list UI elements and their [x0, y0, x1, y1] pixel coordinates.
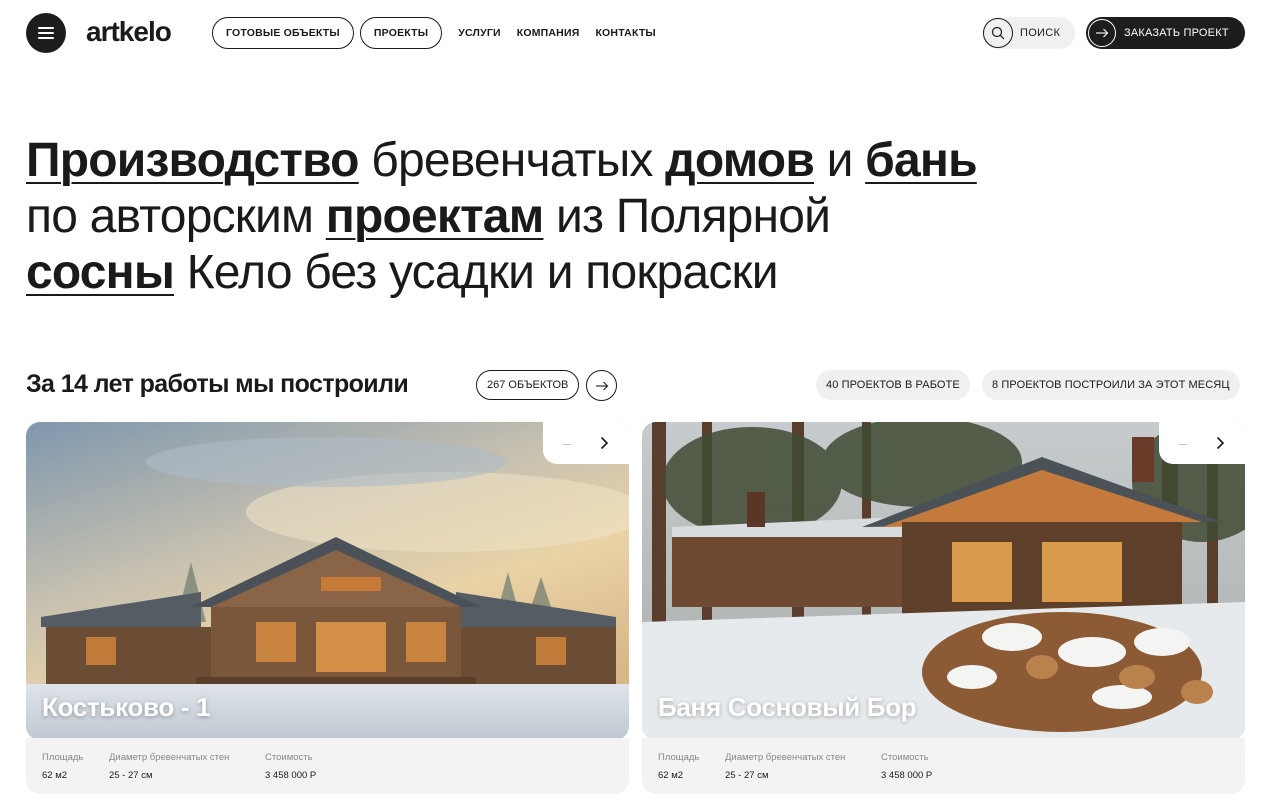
chevron-right-icon [600, 436, 608, 450]
project-title-2[interactable]: Баня Сосновый Бор [658, 692, 917, 723]
area-field: Площадь 62 м2 [42, 752, 83, 781]
slider-prev-button[interactable]: – [1179, 435, 1187, 451]
slider-next-button[interactable] [600, 436, 609, 450]
project-title-1[interactable]: Костьково - 1 [42, 692, 211, 723]
hero-keyword-production[interactable]: Производство [26, 134, 360, 187]
diameter-value: 25 - 27 см [109, 770, 153, 781]
price-field: Стоимость 3 458 000 Р [265, 752, 316, 781]
nav-services[interactable]: УСЛУГИ [458, 27, 500, 39]
nav-ready-objects[interactable]: ГОТОВЫЕ ОБЪЕКТЫ [212, 17, 354, 49]
price-label: Стоимость [265, 752, 313, 763]
nav-company[interactable]: КОМПАНИЯ [517, 27, 580, 39]
logo[interactable]: artkelo [86, 16, 172, 48]
diameter-label: Диаметр бревенчатых стен [725, 752, 846, 763]
hero-keyword-projects[interactable]: проектам [326, 190, 544, 243]
area-value: 62 м2 [42, 770, 68, 781]
slider-controls-1: – [543, 422, 629, 464]
hero-keyword-pine[interactable]: сосны [26, 246, 175, 299]
price-value: 3 458 000 Р [881, 770, 933, 781]
project-card-2[interactable]: – Баня Сосновый Бор Площадь 62 м2 Диамет… [642, 422, 1245, 794]
menu-button[interactable] [26, 13, 66, 53]
hero-line-3: сосны Кело без усадки и покраски [26, 245, 1026, 301]
slider-prev-button[interactable]: – [563, 435, 571, 451]
hero-keyword-houses[interactable]: домов [665, 134, 815, 187]
projects-in-work-badge: 40 ПРОЕКТОВ В РАБОТЕ [816, 370, 970, 400]
area-field: Площадь 62 м2 [658, 752, 699, 781]
area-label: Площадь [42, 752, 84, 763]
hero-text: Кело без усадки и покраски [174, 246, 779, 299]
diameter-label: Диаметр бревенчатых стен [109, 752, 230, 763]
stats-row: За 14 лет работы мы построили 267 ОБЪЕКТ… [26, 368, 1246, 402]
projects-this-month-badge: 8 ПРОЕКТОВ ПОСТРОИЛИ ЗА ЭТОТ МЕСЯЦ [982, 370, 1240, 400]
slider-next-button[interactable] [1216, 436, 1225, 450]
search-icon [983, 18, 1013, 48]
search-button[interactable]: ПОИСК [982, 17, 1075, 49]
project-info-1: Площадь 62 м2 Диаметр бревенчатых стен 2… [26, 738, 629, 794]
hero-line-2: по авторским проектам из Полярной [26, 189, 1026, 245]
chevron-right-icon [1216, 436, 1224, 450]
project-card-1[interactable]: – Костьково - 1 Площадь 62 м2 Диаметр бр… [26, 422, 629, 794]
price-field: Стоимость 3 458 000 Р [881, 752, 932, 781]
diameter-field: Диаметр бревенчатых стен 25 - 27 см [725, 752, 845, 781]
hero-headline: Производство бревенчатых домов и бань по… [26, 133, 1026, 301]
search-label: ПОИСК [1020, 27, 1061, 39]
hamburger-icon [38, 27, 54, 39]
order-project-button[interactable]: ЗАКАЗАТЬ ПРОЕКТ [1086, 17, 1245, 49]
hero-text: по авторским [26, 190, 326, 243]
project-info-2: Площадь 62 м2 Диаметр бревенчатых стен 2… [642, 738, 1245, 794]
nav-contacts[interactable]: КОНТАКТЫ [595, 27, 655, 39]
hero-text: бревенчатых [358, 134, 666, 187]
nav-projects[interactable]: ПРОЕКТЫ [359, 17, 443, 49]
main-nav: ГОТОВЫЕ ОБЪЕКТЫ ПРОЕКТЫ УСЛУГИ КОМПАНИЯ … [212, 17, 662, 49]
hero-keyword-baths[interactable]: бань [865, 134, 977, 187]
price-value: 3 458 000 Р [265, 770, 317, 781]
objects-count-button[interactable]: 267 ОБЪЕКТОВ [476, 370, 580, 400]
arrow-right-icon [595, 381, 608, 390]
hero-text: из Полярной [543, 190, 831, 243]
arrow-right-icon [1088, 19, 1116, 47]
diameter-value: 25 - 27 см [725, 770, 769, 781]
header: artkelo ГОТОВЫЕ ОБЪЕКТЫ ПРОЕКТЫ УСЛУГИ К… [0, 0, 1272, 66]
price-label: Стоимость [881, 752, 929, 763]
slider-controls-2: – [1159, 422, 1245, 464]
order-label: ЗАКАЗАТЬ ПРОЕКТ [1124, 27, 1229, 39]
area-label: Площадь [658, 752, 700, 763]
objects-arrow-button[interactable] [586, 370, 617, 401]
area-value: 62 м2 [658, 770, 684, 781]
stats-heading: За 14 лет работы мы построили [26, 370, 409, 398]
diameter-field: Диаметр бревенчатых стен 25 - 27 см [109, 752, 229, 781]
hero-text: и [814, 134, 866, 187]
hero-line-1: Производство бревенчатых домов и бань [26, 133, 1026, 189]
